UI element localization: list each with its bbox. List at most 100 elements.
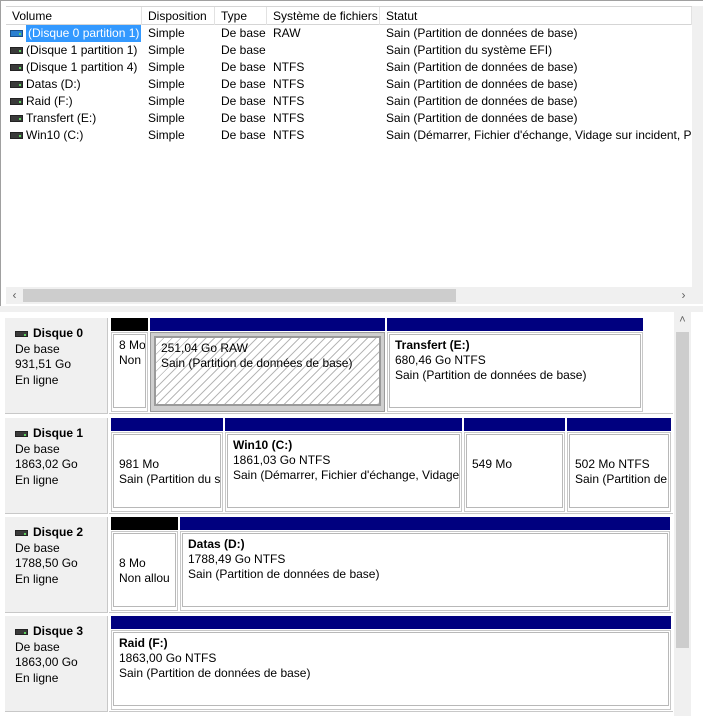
table-row[interactable]: Transfert (E:) Simple De base NTFS Sain … bbox=[6, 110, 692, 127]
disposition-cell: Simple bbox=[148, 94, 185, 108]
list-scroll-gutter bbox=[692, 6, 703, 304]
partition-recovery[interactable]: 549 Mo bbox=[464, 418, 565, 512]
table-row[interactable]: (Disque 0 partition 1) Simple De base RA… bbox=[6, 25, 692, 42]
filesystem-cell: NTFS bbox=[273, 128, 305, 142]
disk-name: Disque 3 bbox=[33, 624, 84, 638]
disk-size: 1788,50 Go bbox=[15, 556, 78, 570]
scroll-thumb[interactable] bbox=[23, 289, 456, 302]
scroll-thumb[interactable] bbox=[676, 332, 689, 648]
disk-map: Disque 0 De base 931,51 Go En ligne 8 Mo… bbox=[0, 306, 703, 716]
disk-type: De base bbox=[15, 341, 60, 356]
drive-icon bbox=[10, 30, 23, 37]
disk-icon bbox=[15, 628, 28, 635]
disk-info[interactable]: Disque 2 De base 1788,50 Go En ligne bbox=[5, 517, 108, 613]
filesystem-cell: NTFS bbox=[273, 77, 305, 91]
volume-label: Raid (F:) bbox=[26, 94, 73, 108]
status-cell: Sain (Démarrer, Fichier d'échange, Vidag… bbox=[386, 128, 692, 142]
disk-row: Disque 0 De base 931,51 Go En ligne 8 Mo… bbox=[5, 318, 673, 414]
column-header-disposition[interactable]: Disposition bbox=[142, 7, 215, 25]
type-cell: De base bbox=[221, 60, 266, 74]
partition-title: Transfert (E:) bbox=[395, 338, 470, 352]
horizontal-scrollbar[interactable]: ‹ › bbox=[6, 287, 692, 304]
disk-row: Disque 1 De base 1863,02 Go En ligne 981… bbox=[5, 418, 673, 514]
disposition-cell: Simple bbox=[148, 60, 185, 74]
partition-selected[interactable]: 251,04 Go RAW Sain (Partition de données … bbox=[150, 318, 385, 412]
partition-win10[interactable]: Win10 (C:) 1861,03 Go NTFS Sain (Démarrer,… bbox=[225, 418, 462, 512]
disk-icon bbox=[15, 330, 28, 337]
drive-icon bbox=[10, 132, 23, 139]
disk-partitions: 8 Mo Non allou Datas (D:) 1788,49 Go NTFS S… bbox=[109, 517, 673, 613]
filesystem-cell: NTFS bbox=[273, 94, 305, 108]
type-cell: De base bbox=[221, 94, 266, 108]
volume-cell: (Disque 1 partition 1) bbox=[6, 42, 142, 59]
disk-row: Disque 2 De base 1788,50 Go En ligne 8 M… bbox=[5, 517, 673, 613]
volume-label: Win10 (C:) bbox=[26, 128, 84, 142]
partition-status: Sain (Partition de données de base) bbox=[188, 567, 380, 581]
disk-icon bbox=[15, 430, 28, 437]
partition-transfert[interactable]: Transfert (E:) 680,46 Go NTFS Sain (Partit… bbox=[387, 318, 643, 412]
disk-info[interactable]: Disque 1 De base 1863,02 Go En ligne bbox=[5, 418, 108, 514]
scroll-up-icon[interactable]: ˄ bbox=[674, 312, 691, 329]
partition-status: Sain (Partition de données de base) bbox=[161, 356, 353, 370]
type-cell: De base bbox=[221, 26, 266, 40]
filesystem-cell bbox=[267, 42, 380, 59]
partition-raid[interactable]: Raid (F:) 1863,00 Go NTFS Sain (Partition … bbox=[111, 616, 671, 710]
vertical-scrollbar[interactable]: ˄ bbox=[674, 312, 691, 716]
disk-type: De base bbox=[15, 441, 60, 456]
type-cell: De base bbox=[221, 128, 266, 142]
disk-info[interactable]: Disque 0 De base 931,51 Go En ligne bbox=[5, 318, 108, 414]
scroll-left-icon[interactable]: ‹ bbox=[6, 287, 23, 304]
disk-type: De base bbox=[15, 540, 60, 555]
partition-size: 8 Mo bbox=[119, 556, 146, 570]
disposition-cell: Simple bbox=[148, 26, 185, 40]
disposition-cell: Simple bbox=[148, 43, 185, 57]
table-row[interactable]: (Disque 1 partition 1) Simple De base Sa… bbox=[6, 42, 692, 59]
partition-title: Win10 (C:) bbox=[233, 438, 293, 452]
column-header-volume[interactable]: Volume bbox=[6, 7, 142, 25]
disk-state: En ligne bbox=[15, 472, 59, 487]
partition-status: Sain (Partition de données de base) bbox=[119, 666, 311, 680]
table-row[interactable]: Raid (F:) Simple De base NTFS Sain (Part… bbox=[6, 93, 692, 110]
volume-cell: Transfert (E:) bbox=[6, 110, 142, 127]
type-cell: De base bbox=[221, 111, 266, 125]
volume-label: (Disque 0 partition 1) bbox=[26, 25, 142, 42]
volume-rows: (Disque 0 partition 1) Simple De base RA… bbox=[6, 25, 692, 144]
partition-status: Non bbox=[119, 353, 142, 367]
partition-size: 8 Mo bbox=[119, 338, 146, 352]
partition-status: Sain (Partition de bbox=[575, 472, 668, 486]
partition-datas[interactable]: Datas (D:) 1788,49 Go NTFS Sain (Partition… bbox=[180, 517, 670, 611]
volume-label: Transfert (E:) bbox=[26, 111, 97, 125]
disk-state: En ligne bbox=[15, 372, 59, 387]
disk-type: De base bbox=[15, 639, 60, 654]
scroll-right-icon[interactable]: › bbox=[675, 287, 692, 304]
column-header-status[interactable]: Statut bbox=[380, 7, 692, 25]
table-row[interactable]: (Disque 1 partition 4) Simple De base NT… bbox=[6, 59, 692, 76]
status-cell: Sain (Partition de données de base) bbox=[386, 94, 578, 108]
drive-icon bbox=[10, 47, 23, 54]
status-cell: Sain (Partition du système EFI) bbox=[386, 43, 553, 57]
disk-icon bbox=[15, 529, 28, 536]
table-row[interactable]: Datas (D:) Simple De base NTFS Sain (Par… bbox=[6, 76, 692, 93]
drive-icon bbox=[10, 81, 23, 88]
partition-size: 1861,03 Go NTFS bbox=[233, 453, 331, 467]
drive-icon bbox=[10, 115, 23, 122]
partition-status: Non allou bbox=[119, 571, 170, 585]
partition-ntfs-502[interactable]: 502 Mo NTFS Sain (Partition de bbox=[567, 418, 671, 512]
volume-label: (Disque 1 partition 4) bbox=[26, 60, 138, 74]
partition-efi[interactable]: 981 Mo Sain (Partition du s bbox=[111, 418, 223, 512]
type-cell: De base bbox=[221, 43, 266, 57]
table-row[interactable]: Win10 (C:) Simple De base NTFS Sain (Dém… bbox=[6, 127, 692, 144]
disposition-cell: Simple bbox=[148, 128, 185, 142]
partition-title: Datas (D:) bbox=[188, 537, 245, 551]
disk-info[interactable]: Disque 3 De base 1863,00 Go En ligne bbox=[5, 616, 108, 712]
volume-cell: Datas (D:) bbox=[6, 76, 142, 93]
partition-unallocated[interactable]: 8 Mo Non bbox=[111, 318, 148, 412]
disk-size: 1863,00 Go bbox=[15, 655, 78, 669]
column-header-type[interactable]: Type bbox=[215, 7, 267, 25]
volume-label: (Disque 1 partition 1) bbox=[26, 43, 138, 57]
column-header-row: Volume Disposition Type Système de fichi… bbox=[6, 6, 692, 25]
partition-size: 502 Mo NTFS bbox=[575, 457, 650, 471]
status-cell: Sain (Partition de données de base) bbox=[386, 111, 578, 125]
partition-unallocated[interactable]: 8 Mo Non allou bbox=[111, 517, 178, 611]
column-header-filesystem[interactable]: Système de fichiers bbox=[267, 7, 380, 25]
